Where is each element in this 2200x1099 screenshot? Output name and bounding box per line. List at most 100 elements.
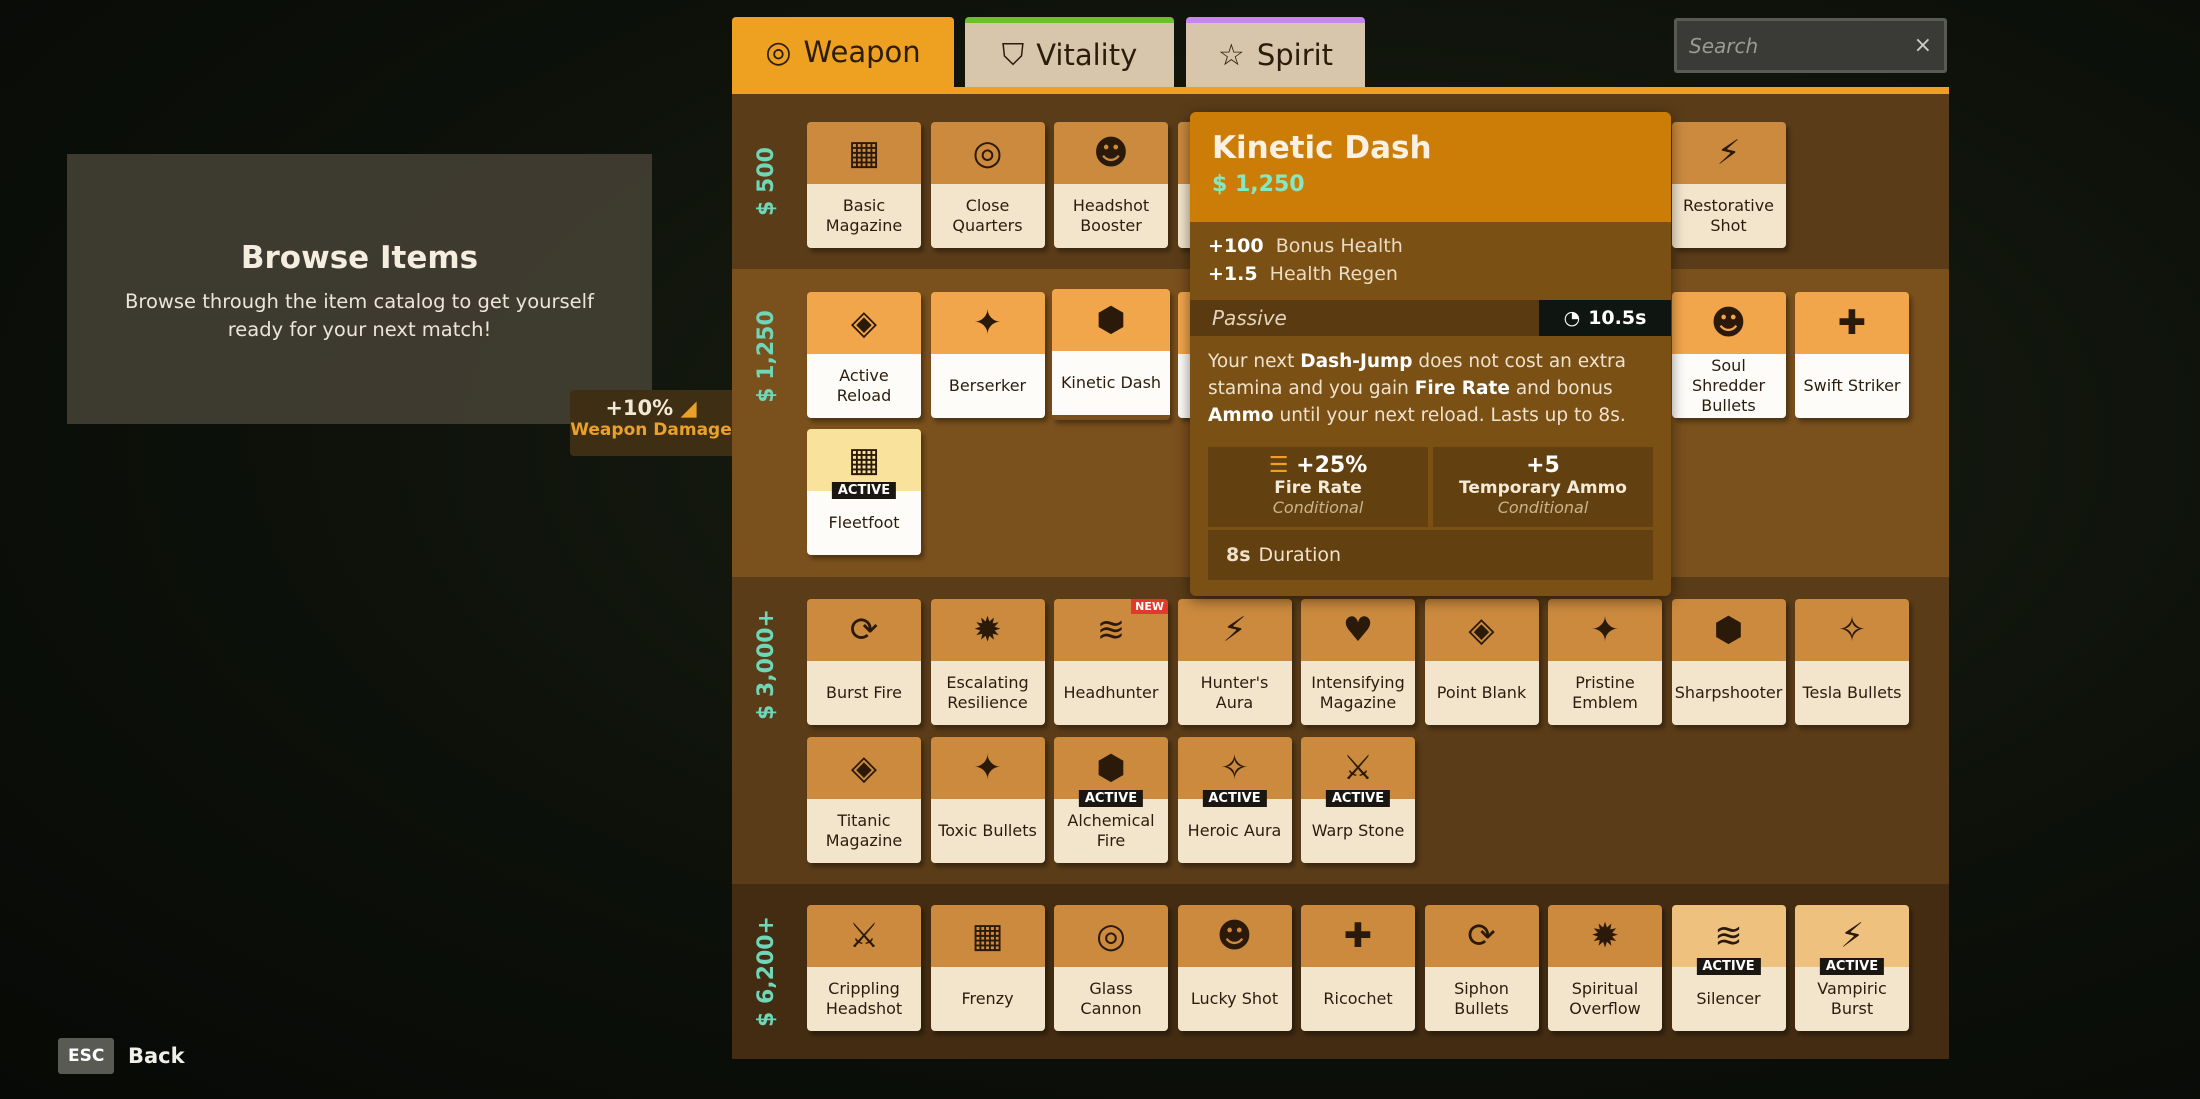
tier-cost-label: $ 3,000+ (753, 609, 779, 720)
item-card[interactable]: ☻ Headshot Booster (1054, 122, 1168, 248)
item-card[interactable]: ⚡ Restorative Shot (1671, 122, 1786, 248)
item-name: Headhunter (1054, 661, 1168, 725)
item-name: Swift Striker (1795, 354, 1909, 418)
souls-icon: $ (1212, 172, 1228, 197)
item-name: Kinetic Dash (1052, 351, 1170, 415)
duration-row: 8s Duration (1208, 530, 1653, 580)
weapon-damage-icon: ◢ (680, 396, 697, 420)
item-icon: ✧ (1837, 610, 1867, 650)
item-card[interactable]: ◈ Active Reload (807, 292, 921, 418)
item-icon: ⬢ (1096, 748, 1126, 788)
item-name: Pristine Emblem (1548, 661, 1662, 725)
item-card[interactable]: ⬢ ACTIVE Alchemical Fire (1054, 737, 1168, 863)
item-icon: ◎ (972, 133, 1003, 173)
item-icon: ⚡ (1716, 133, 1741, 173)
cooldown-icon: ◔ (1563, 307, 1581, 329)
item-card[interactable]: ✚ Ricochet (1301, 905, 1415, 1031)
item-tooltip: Kinetic Dash $ 1,250 +100 Bonus Health +… (1190, 112, 1671, 596)
item-name: Active Reload (807, 354, 921, 418)
browse-title: Browse Items (240, 240, 479, 276)
search-input[interactable]: Search × (1674, 18, 1947, 73)
item-card[interactable]: ⚡ Hunter's Aura (1177, 599, 1292, 725)
item-card[interactable]: ▦ ACTIVE Fleetfoot (807, 429, 921, 555)
tier-cost-label: $ 6,200+ (753, 916, 779, 1027)
browse-text: Browse through the item catalog to get y… (125, 290, 594, 341)
item-icon: ▦ (847, 133, 881, 173)
item-icon: ◎ (1096, 916, 1126, 956)
spirit-star-icon: ☆ (1217, 37, 1245, 73)
item-name: Basic Magazine (807, 184, 921, 248)
item-icon: ⚔ (848, 916, 880, 956)
item-name: Glass Cannon (1054, 967, 1168, 1031)
item-card[interactable]: ☻ Soul Shredder Bullets (1671, 292, 1786, 418)
item-card[interactable]: ✦ Pristine Emblem (1548, 599, 1662, 725)
item-icon: ✧ (1220, 748, 1249, 788)
item-name: Fleetfoot (807, 491, 921, 555)
tab-vitality[interactable]: ⛉ Vitality (965, 17, 1174, 87)
tab-spirit[interactable]: ☆ Spirit (1186, 17, 1365, 87)
cooldown-value: 10.5s (1588, 307, 1647, 329)
item-card[interactable]: ≋ ACTIVE Silencer (1671, 905, 1786, 1031)
item-name: Restorative Shot (1671, 184, 1786, 248)
clear-search-icon[interactable]: × (1914, 33, 1932, 58)
item-card[interactable]: ⟳ Siphon Bullets (1424, 905, 1539, 1031)
item-card[interactable]: ◈ Titanic Magazine (807, 737, 921, 863)
item-icon: ▦ (847, 440, 881, 480)
item-icon: ◈ (1468, 610, 1495, 650)
tab-weapon[interactable]: ◎ Weapon (732, 17, 954, 87)
item-name: Sharpshooter (1671, 661, 1786, 725)
item-card[interactable]: ◎ Glass Cannon (1054, 905, 1168, 1031)
item-icon: ✦ (973, 748, 1002, 788)
item-icon: ♥ (1342, 610, 1374, 650)
item-card[interactable]: ◎ Close Quarters (930, 122, 1045, 248)
item-icon: ✦ (1590, 610, 1620, 650)
item-card[interactable]: ⬢ Sharpshooter (1671, 599, 1786, 725)
tab-label: Weapon (803, 35, 921, 69)
item-card[interactable]: ✹ Escalating Resilience (930, 599, 1045, 725)
item-name: Escalating Resilience (930, 661, 1045, 725)
back-button[interactable]: Back (128, 1044, 185, 1068)
item-card[interactable]: ☻ Lucky Shot (1177, 905, 1292, 1031)
item-card[interactable]: ⚔ ACTIVE Warp Stone (1301, 737, 1415, 863)
item-card[interactable]: ✹ Spiritual Overflow (1548, 905, 1662, 1031)
tier-cost-label: $ 500 (753, 147, 779, 216)
item-card[interactable]: ≋ NEW Headhunter (1054, 599, 1168, 725)
tooltip-description: Your next Dash-Jump does not cost an ext… (1208, 351, 1626, 426)
active-badge: ACTIVE (1696, 958, 1761, 975)
item-card[interactable]: ▦ Basic Magazine (807, 122, 921, 248)
active-badge: ACTIVE (1325, 790, 1391, 807)
item-icon: ☻ (1710, 303, 1747, 343)
item-card[interactable]: ✦ Toxic Bullets (930, 737, 1045, 863)
item-card[interactable]: ⚡ ACTIVE Vampiric Burst (1795, 905, 1909, 1031)
tooltip-title: Kinetic Dash (1212, 130, 1432, 166)
item-card[interactable]: ✚ Swift Striker (1795, 292, 1909, 418)
vitality-shield-icon: ⛉ (1001, 37, 1025, 73)
active-badge: ACTIVE (831, 482, 897, 499)
item-name: Ricochet (1301, 967, 1415, 1031)
bonus-label: Weapon Damage (570, 420, 732, 440)
item-icon: ≋ (1714, 916, 1743, 956)
stat-line: +1.5 Health Regen (1208, 263, 1398, 285)
item-card[interactable]: ✧ Tesla Bullets (1795, 599, 1909, 725)
item-card[interactable]: ✧ ACTIVE Heroic Aura (1177, 737, 1292, 863)
item-icon: ✚ (1837, 303, 1867, 343)
item-card[interactable]: ⟳ Burst Fire (807, 599, 921, 725)
item-card[interactable]: ✦ Berserker (930, 292, 1045, 418)
item-name: Headshot Booster (1054, 184, 1168, 248)
esc-key[interactable]: ESC (58, 1038, 115, 1074)
item-icon: ⚔ (1342, 748, 1374, 788)
new-badge: NEW (1131, 599, 1168, 614)
item-icon: ◈ (850, 303, 878, 343)
item-name: Tesla Bullets (1795, 661, 1909, 725)
item-card[interactable]: ▦ Frenzy (930, 905, 1045, 1031)
item-card[interactable]: ⬢ Kinetic Dash (1052, 289, 1170, 420)
fire-rate-box: ☰ +25% Fire Rate Conditional (1208, 447, 1428, 527)
item-card[interactable]: ⚔ Crippling Headshot (807, 905, 921, 1031)
item-name: Alchemical Fire (1054, 799, 1168, 863)
item-icon: ☻ (1093, 133, 1129, 173)
item-card[interactable]: ♥ Intensifying Magazine (1301, 599, 1415, 725)
item-name: Siphon Bullets (1424, 967, 1539, 1031)
item-name: Soul Shredder Bullets (1671, 354, 1786, 418)
item-name: Burst Fire (807, 661, 921, 725)
item-card[interactable]: ◈ Point Blank (1424, 599, 1539, 725)
